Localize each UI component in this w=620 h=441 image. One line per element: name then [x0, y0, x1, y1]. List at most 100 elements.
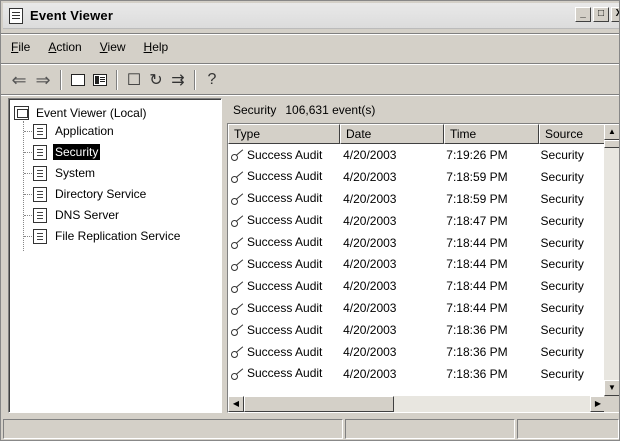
cell-time: 7:18:44 PM	[442, 236, 536, 250]
cell-time: 7:18:36 PM	[442, 367, 536, 381]
toolbar-divider	[116, 70, 118, 90]
tree-item-application[interactable]: Application	[33, 123, 116, 139]
menu-view[interactable]: View	[91, 39, 135, 59]
help-icon[interactable]: ?	[201, 69, 223, 91]
cell-text: Security	[540, 191, 584, 206]
cell-type: Success Audit	[228, 257, 339, 272]
event-list[interactable]: Type Date Time Source Success Audit 4/20/…	[227, 123, 619, 413]
cell-date: 4/20/2003	[339, 367, 442, 381]
status-cell-tertiary	[517, 419, 619, 439]
cell-text: Success Audit	[247, 235, 323, 250]
table-row[interactable]: Success Audit 4/20/2003 7:18:44 PM Security	[228, 232, 606, 254]
cell-date: 4/20/2003	[339, 148, 442, 162]
show-hide-tree-icon[interactable]	[89, 69, 111, 91]
horizontal-scrollbar[interactable]: ◀ ▶	[228, 396, 606, 412]
log-icon	[33, 144, 47, 160]
scrollbar-corner	[604, 396, 619, 412]
cell-type: Success Audit	[228, 279, 339, 294]
success-audit-key-icon	[230, 367, 246, 381]
log-icon	[33, 207, 47, 223]
cell-text: 7:18:44 PM	[446, 279, 508, 294]
forward-arrow-icon[interactable]: ⇒	[31, 69, 55, 91]
cell-type: Success Audit	[228, 148, 339, 163]
table-row[interactable]: Success Audit 4/20/2003 7:18:44 PM Security	[228, 297, 606, 319]
tree-item-label: System	[55, 166, 96, 180]
cell-date: 4/20/2003	[339, 257, 442, 271]
scroll-down-button[interactable]: ▼	[604, 380, 619, 396]
back-arrow-icon[interactable]: ⇐	[7, 69, 31, 91]
title-bar[interactable]: Event Viewer _ □ X	[3, 3, 619, 29]
table-row[interactable]: Success Audit 4/20/2003 7:18:36 PM Security	[228, 319, 606, 341]
column-header-time[interactable]: Time	[444, 124, 539, 144]
cell-source: Security	[537, 367, 606, 381]
cell-date: 4/20/2003	[339, 345, 442, 359]
close-button[interactable]: X	[611, 7, 619, 22]
table-row[interactable]: Success Audit 4/20/2003 7:18:47 PM Security	[228, 210, 606, 232]
refresh-icon[interactable]: ↻	[145, 69, 167, 91]
menu-help[interactable]: Help	[135, 39, 178, 59]
cell-text: 4/20/2003	[343, 147, 397, 162]
cell-text: 4/20/2003	[343, 301, 397, 316]
window-title: Event Viewer	[30, 8, 114, 23]
export-list-icon[interactable]: ⇉	[167, 69, 189, 91]
cell-text: Security	[540, 169, 584, 184]
success-audit-key-icon	[230, 280, 246, 294]
cell-source: Security	[537, 279, 606, 293]
tree-item-directory-service[interactable]: Directory Service	[33, 186, 148, 202]
menu-bar: File Action View Help	[3, 39, 177, 59]
column-header-source[interactable]: Source	[539, 124, 609, 144]
success-audit-key-icon	[230, 192, 246, 206]
up-folder-icon[interactable]	[67, 69, 89, 91]
cell-type: Success Audit	[228, 213, 339, 228]
column-header-date[interactable]: Date	[340, 124, 444, 144]
cell-date: 4/20/2003	[339, 214, 442, 228]
result-pane-header: Security 106,631 event(s)	[227, 98, 619, 122]
cell-type: Success Audit	[228, 366, 339, 381]
table-row[interactable]: Success Audit 4/20/2003 7:18:36 PM Security	[228, 363, 606, 385]
tree-item-security[interactable]: Security	[33, 144, 101, 160]
tree-item-dns-server[interactable]: DNS Server	[33, 207, 121, 223]
vertical-scroll-thumb[interactable]	[604, 140, 619, 148]
cell-text: Security	[540, 235, 584, 250]
success-audit-key-icon	[230, 214, 246, 228]
cell-time: 7:18:59 PM	[442, 170, 536, 184]
tree-item-system[interactable]: System	[33, 165, 97, 181]
cell-text: Security	[540, 366, 584, 381]
tree-item-label: File Replication Service	[55, 229, 181, 243]
properties-icon[interactable]: ☐	[123, 69, 145, 91]
tree-root-event-viewer[interactable]: Event Viewer (Local)	[14, 105, 149, 121]
tree-item-label: Directory Service	[55, 187, 147, 201]
tree-item-file-replication-service[interactable]: File Replication Service	[33, 228, 182, 244]
table-row[interactable]: Success Audit 4/20/2003 7:18:59 PM Security	[228, 188, 606, 210]
table-row[interactable]: Success Audit 4/20/2003 7:18:44 PM Security	[228, 253, 606, 275]
minimize-button[interactable]: _	[575, 7, 591, 22]
log-name: Security	[233, 103, 277, 117]
maximize-button[interactable]: □	[593, 7, 609, 22]
menu-action[interactable]: Action	[39, 39, 90, 59]
scroll-left-button[interactable]: ◀	[228, 396, 244, 412]
cell-text: Success Audit	[247, 256, 323, 271]
table-row[interactable]: Success Audit 4/20/2003 7:18:44 PM Security	[228, 275, 606, 297]
cell-text: 7:18:36 PM	[446, 344, 508, 359]
success-audit-key-icon	[230, 258, 246, 272]
horizontal-scroll-thumb[interactable]	[244, 396, 394, 412]
event-viewer-window: Event Viewer _ □ X File Action View Help…	[0, 0, 620, 441]
column-headers: Type Date Time Source	[228, 124, 609, 144]
cell-source: Security	[537, 257, 606, 271]
console-tree[interactable]: Event Viewer (Local) Application Securit…	[8, 98, 222, 413]
cell-time: 7:18:47 PM	[442, 214, 536, 228]
scroll-up-button[interactable]: ▲	[604, 124, 619, 140]
cell-date: 4/20/2003	[339, 192, 442, 206]
cell-text: Security	[540, 147, 584, 162]
tree-item-label: Application	[55, 124, 114, 138]
table-row[interactable]: Success Audit 4/20/2003 7:19:26 PM Security	[228, 144, 606, 166]
table-row[interactable]: Success Audit 4/20/2003 7:18:36 PM Security	[228, 341, 606, 363]
column-header-type[interactable]: Type	[228, 124, 340, 144]
cell-text: 4/20/2003	[343, 169, 397, 184]
table-row[interactable]: Success Audit 4/20/2003 7:18:59 PM Security	[228, 166, 606, 188]
log-icon	[33, 123, 47, 139]
vertical-scrollbar[interactable]: ▲ ▼	[604, 124, 619, 396]
status-bar	[1, 419, 619, 440]
cell-time: 7:18:44 PM	[442, 257, 536, 271]
menu-file[interactable]: File	[3, 39, 39, 59]
